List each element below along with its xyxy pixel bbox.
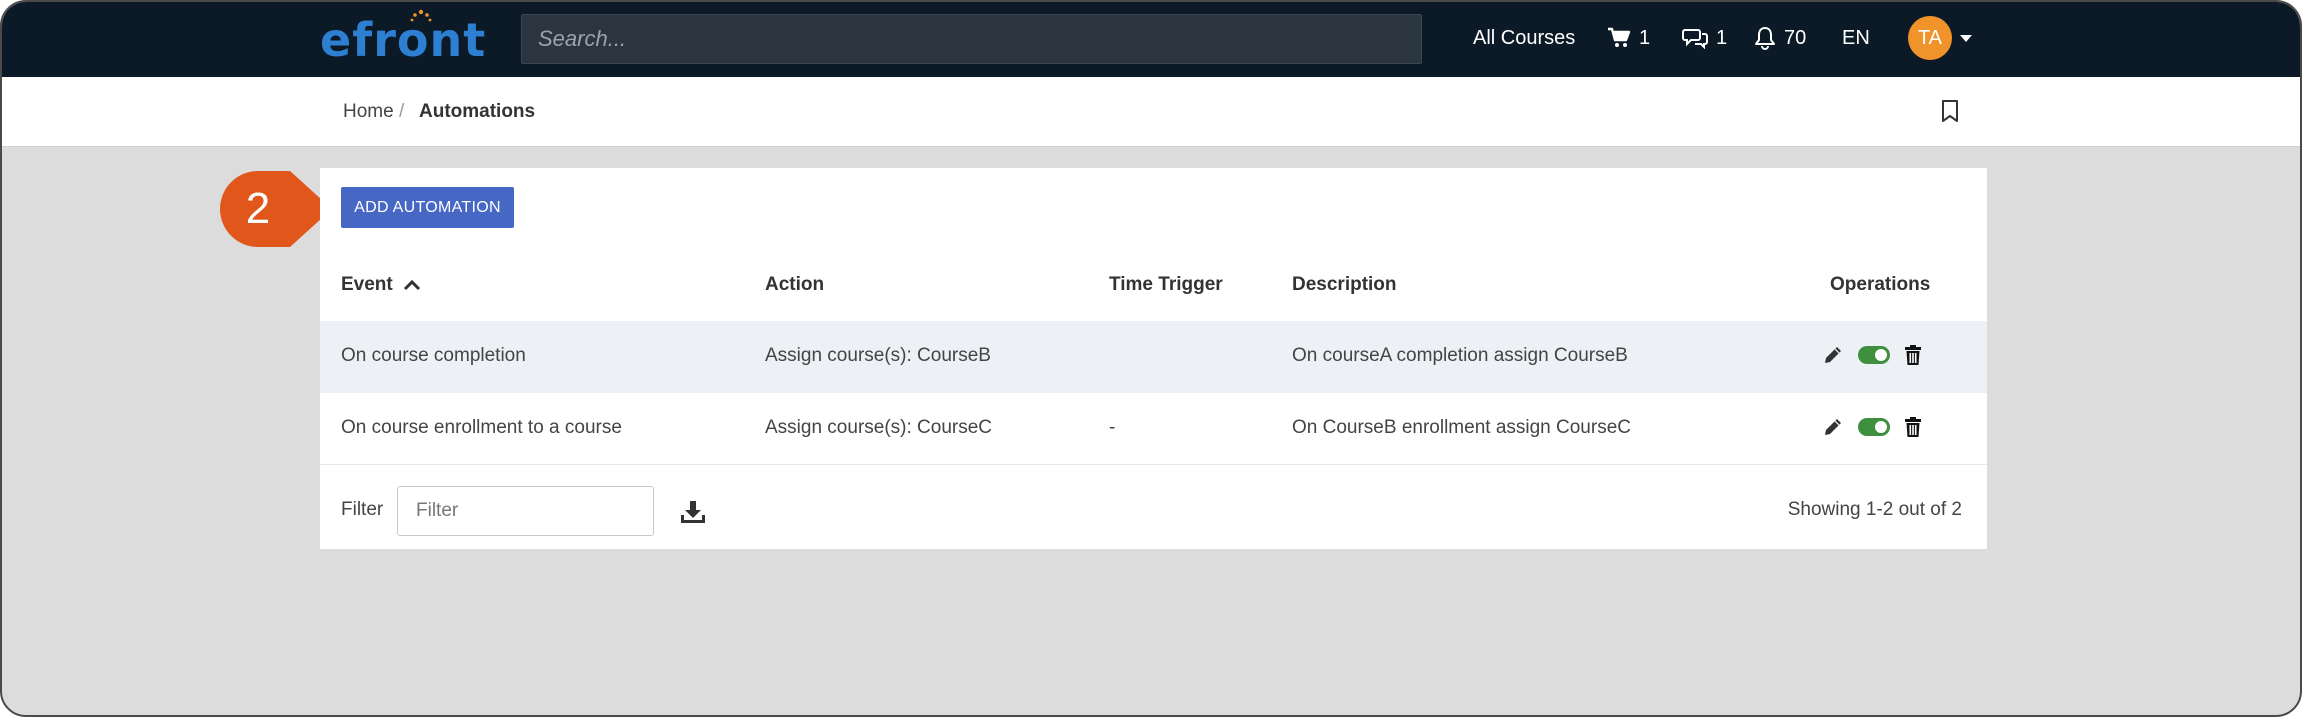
download-icon[interactable] bbox=[680, 500, 706, 524]
search-input[interactable] bbox=[521, 14, 1422, 64]
cell-event: On course enrollment to a course bbox=[341, 417, 622, 438]
column-header-time-trigger[interactable]: Time Trigger bbox=[1109, 274, 1223, 296]
table-row: On course completion Assign course(s): C… bbox=[320, 321, 1987, 393]
automations-card: ADD AUTOMATION Event Action Time Trigger… bbox=[320, 168, 1987, 549]
delete-trash-icon[interactable] bbox=[1904, 344, 1922, 366]
messages-button[interactable]: 1 bbox=[1682, 2, 1727, 74]
column-header-operations: Operations bbox=[1830, 274, 1930, 296]
row-operations bbox=[1822, 416, 1922, 438]
filter-input[interactable] bbox=[397, 486, 654, 536]
column-header-description-label: Description bbox=[1292, 274, 1397, 295]
cart-button[interactable]: 1 bbox=[1607, 2, 1650, 74]
step-marker-callout: 2 bbox=[220, 171, 332, 247]
chat-icon bbox=[1682, 29, 1708, 49]
column-header-action[interactable]: Action bbox=[765, 274, 824, 296]
column-header-event[interactable]: Event bbox=[341, 274, 421, 296]
column-header-event-label: Event bbox=[341, 274, 393, 295]
cart-icon bbox=[1608, 27, 1631, 47]
step-marker-number: 2 bbox=[246, 184, 270, 233]
edit-pencil-icon[interactable] bbox=[1822, 344, 1844, 366]
cell-description: On courseA completion assign CourseB bbox=[1292, 345, 1628, 366]
add-automation-button[interactable]: ADD AUTOMATION bbox=[341, 187, 514, 228]
app-window: efront All Courses 1 bbox=[0, 0, 2302, 717]
delete-trash-icon[interactable] bbox=[1904, 416, 1922, 438]
user-menu-caret-icon[interactable] bbox=[1960, 35, 1972, 42]
notifications-button[interactable]: 70 bbox=[1754, 2, 1806, 74]
cart-count: 1 bbox=[1639, 27, 1651, 49]
pagination-summary: Showing 1-2 out of 2 bbox=[1787, 499, 1962, 520]
column-header-action-label: Action bbox=[765, 274, 825, 295]
column-header-description[interactable]: Description bbox=[1292, 274, 1397, 296]
bookmark-icon[interactable] bbox=[1940, 99, 1960, 123]
top-navbar: efront All Courses 1 bbox=[2, 2, 2300, 77]
edit-pencil-icon[interactable] bbox=[1822, 416, 1844, 438]
sort-ascending-icon bbox=[403, 279, 420, 291]
column-header-time-trigger-label: Time Trigger bbox=[1109, 274, 1223, 295]
user-avatar[interactable]: TA bbox=[1908, 16, 1952, 60]
bell-icon bbox=[1755, 27, 1775, 50]
table-row: On course enrollment to a course Assign … bbox=[320, 393, 1987, 465]
cell-description: On CourseB enrollment assign CourseC bbox=[1292, 417, 1631, 438]
enable-toggle[interactable] bbox=[1858, 346, 1890, 364]
language-label: EN bbox=[1842, 27, 1870, 49]
all-courses-label: All Courses bbox=[1473, 27, 1576, 49]
breadcrumb-home-link[interactable]: Home bbox=[343, 101, 394, 123]
breadcrumb-bar: Home / Automations bbox=[2, 77, 2300, 147]
cell-action: Assign course(s): CourseB bbox=[765, 345, 991, 366]
efront-logo[interactable]: efront bbox=[320, 9, 487, 70]
column-header-operations-label: Operations bbox=[1830, 274, 1931, 295]
cell-action: Assign course(s): CourseC bbox=[765, 417, 993, 438]
messages-count: 1 bbox=[1716, 27, 1728, 49]
breadcrumb-current: Automations bbox=[419, 101, 536, 122]
cell-time-trigger: - bbox=[1109, 417, 1116, 438]
all-courses-link[interactable]: All Courses bbox=[1473, 2, 1575, 74]
logo-text: efront bbox=[320, 13, 487, 67]
filter-label: Filter bbox=[341, 499, 384, 520]
enable-toggle[interactable] bbox=[1858, 418, 1890, 436]
language-selector[interactable]: EN bbox=[1842, 2, 1870, 74]
notifications-count: 70 bbox=[1784, 27, 1807, 49]
breadcrumb-separator: / bbox=[399, 101, 405, 122]
row-operations bbox=[1822, 344, 1922, 366]
cell-event: On course completion bbox=[341, 345, 526, 366]
logo-dots-icon bbox=[410, 9, 432, 22]
